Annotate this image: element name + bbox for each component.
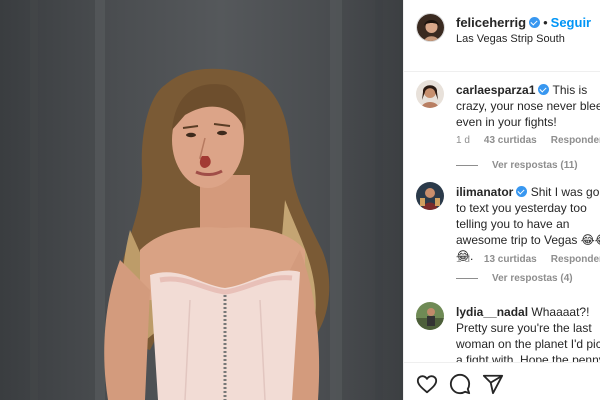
replies-divider bbox=[456, 277, 478, 279]
post-header: feliceherrig • Seguir Las Vegas Strip Sout… bbox=[404, 0, 600, 72]
view-replies-button[interactable]: Ver respostas (4) bbox=[456, 273, 573, 284]
comment-username[interactable]: lydia__nadal bbox=[456, 305, 528, 319]
comments-list[interactable]: carlaesparza1 This is crazy, your nose n… bbox=[404, 72, 600, 362]
view-replies-button[interactable]: Ver respostas (11) bbox=[456, 160, 578, 171]
comment-meta: 1 d 13 curtidas Responder bbox=[456, 254, 600, 265]
commenter-avatar[interactable] bbox=[416, 80, 444, 108]
comment-time[interactable]: 1 d bbox=[456, 254, 470, 265]
post-location[interactable]: Las Vegas Strip South bbox=[456, 33, 565, 45]
post-actions bbox=[404, 362, 600, 400]
comment-username[interactable]: carlaesparza1 bbox=[456, 83, 535, 97]
commenter-avatar[interactable] bbox=[416, 302, 444, 330]
post-photo[interactable] bbox=[0, 0, 403, 400]
comment-body: carlaesparza1 This is crazy, your nose n… bbox=[456, 82, 600, 130]
reply-button[interactable]: Responder bbox=[551, 135, 600, 146]
comment-username[interactable]: ilimanator bbox=[456, 185, 513, 199]
post-side-panel: feliceherrig • Seguir Las Vegas Strip Sout… bbox=[403, 0, 600, 400]
verified-badge-icon bbox=[516, 186, 528, 197]
author-line: feliceherrig • Seguir bbox=[456, 15, 591, 30]
comment-meta: 1 d 43 curtidas Responder bbox=[456, 135, 600, 146]
comment-time[interactable]: 1 d bbox=[456, 135, 470, 146]
comment-icon[interactable] bbox=[449, 373, 471, 395]
author-avatar[interactable] bbox=[416, 13, 445, 42]
separator-dot: • bbox=[543, 15, 548, 30]
follow-button[interactable]: Seguir bbox=[551, 15, 591, 30]
replies-divider bbox=[456, 164, 478, 166]
verified-badge-icon bbox=[529, 17, 541, 28]
heart-icon[interactable] bbox=[416, 373, 438, 395]
comment-likes[interactable]: 13 curtidas bbox=[484, 254, 537, 265]
post-photo-illustration bbox=[30, 0, 383, 400]
author-username[interactable]: feliceherrig bbox=[456, 15, 526, 30]
comment-likes[interactable]: 43 curtidas bbox=[484, 135, 537, 146]
verified-badge-icon bbox=[538, 84, 550, 95]
comment-body: lydia__nadal Whaaaat?! Pretty sure you'r… bbox=[456, 304, 600, 362]
view-replies-label: Ver respostas (11) bbox=[492, 160, 578, 171]
reply-button[interactable]: Responder bbox=[551, 254, 600, 265]
comment-body: ilimanator Shit I was going to text you … bbox=[456, 184, 600, 264]
view-replies-label: Ver respostas (4) bbox=[492, 273, 573, 284]
paper-plane-icon[interactable] bbox=[482, 373, 504, 395]
commenter-avatar[interactable] bbox=[416, 182, 444, 210]
